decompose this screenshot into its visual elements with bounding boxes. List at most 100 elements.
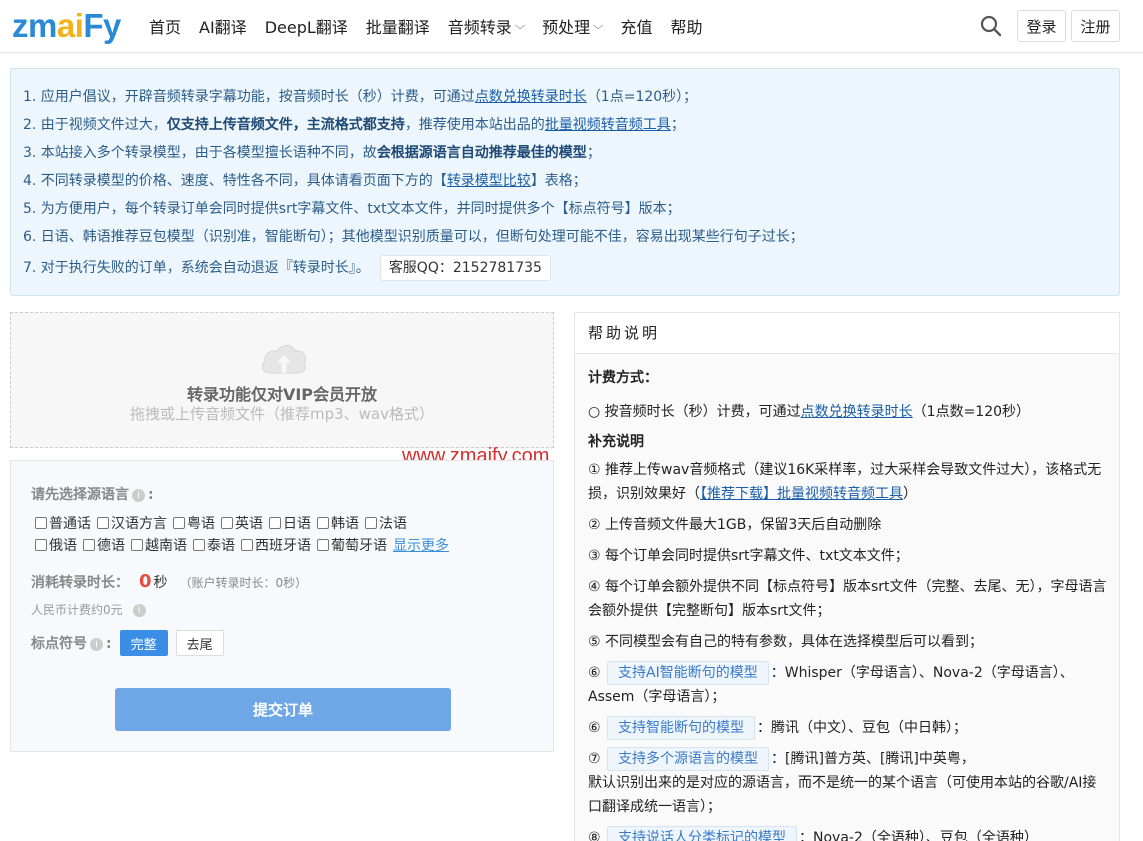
cost-row: 消耗转录时长： 0 秒 （账户转录时长：0秒） — [31, 571, 307, 592]
source-language-label: 请先选择源语言 i: — [31, 487, 154, 503]
login-button[interactable]: 登录 — [1017, 10, 1066, 42]
show-more-link[interactable]: 显示更多 — [393, 535, 449, 555]
nav-home[interactable]: 首页 — [149, 14, 181, 38]
lang-label: 汉语方言 — [111, 516, 167, 532]
checkbox[interactable] — [317, 539, 329, 551]
help-text: （1点数=120秒） — [912, 404, 1031, 420]
help-item-7: ⑦ 支持多个源语言的模型 ：[腾讯]普方英、[腾讯]中英粤， 默认识别出来的是对应… — [588, 747, 1108, 819]
help-item-6b: ⑥ 支持智能断句的模型 ：腾讯（中文）、豆包（中日韩）； — [588, 716, 1108, 740]
cost-label: 消耗转录时长： — [31, 575, 129, 591]
lang-label: 韩语 — [331, 516, 359, 532]
logo-text-part2: ai — [56, 7, 84, 44]
lang-label: 葡萄牙语 — [331, 538, 387, 554]
help-item-1: ① 推荐上传wav音频格式（建议16K采样率，过大采样会导致文件过大），该格式无… — [588, 458, 1108, 506]
checkbox[interactable] — [83, 539, 95, 551]
lang-option[interactable]: 日语 — [269, 513, 311, 533]
notice-text: 1. 应用户倡议，开辟音频转录字幕功能，按音频时长（秒）计费，可通过 — [23, 89, 475, 105]
submit-order-button[interactable]: 提交订单 — [115, 688, 451, 731]
notice-bold-text: 会根据源语言自动推荐最佳的模型 — [376, 145, 587, 161]
checkbox[interactable] — [35, 517, 47, 529]
checkbox[interactable] — [193, 539, 205, 551]
lang-option[interactable]: 法语 — [365, 513, 407, 533]
checkbox[interactable] — [35, 539, 47, 551]
checkbox[interactable] — [317, 517, 329, 529]
lang-option[interactable]: 英语 — [221, 513, 263, 533]
help-tool-download-link[interactable]: 【推荐下载】批量视频转音频工具 — [700, 486, 903, 502]
model-tag-smart-sentence[interactable]: 支持智能断句的模型 — [607, 716, 756, 740]
lang-option[interactable]: 西班牙语 — [241, 535, 311, 555]
register-button[interactable]: 注册 — [1071, 10, 1120, 42]
account-balance: （账户转录时长：0秒） — [179, 576, 308, 590]
lang-option[interactable]: 泰语 — [193, 535, 235, 555]
upload-dropzone[interactable]: 转录功能仅对VIP会员开放 拖拽或上传音频文件（推荐mp3、wav格式） — [10, 312, 554, 448]
nav-preprocess[interactable]: 预处理 ⌵ — [542, 14, 604, 38]
nav-ai-translate[interactable]: AI翻译 — [199, 14, 247, 38]
info-icon[interactable]: i — [90, 637, 103, 651]
help-text: ） — [903, 486, 917, 502]
notice-box: 1. 应用户倡议，开辟音频转录字幕功能，按音频时长（秒）计费，可通过点数兑换转录… — [10, 68, 1120, 296]
lang-option[interactable]: 普通话 — [35, 513, 91, 533]
nav-label: 音频转录 — [447, 18, 512, 37]
help-text: ：[腾讯]普方英、[腾讯]中英粤， — [771, 751, 975, 767]
notice-text: ； — [586, 145, 601, 161]
exchange-duration-link[interactable]: 点数兑换转录时长 — [475, 89, 587, 105]
lang-option[interactable]: 韩语 — [317, 513, 359, 533]
model-tag-multi-source[interactable]: 支持多个源语言的模型 — [607, 747, 770, 771]
model-tag-ai-sentence[interactable]: 支持AI智能断句的模型 — [607, 661, 769, 685]
nav-label: 批量翻译 — [365, 18, 430, 37]
nav-audio-transcribe[interactable]: 音频转录 ⌵ — [447, 14, 526, 38]
model-tag-speaker-label[interactable]: 支持说话人分类标记的模型 — [607, 826, 798, 841]
label-text: 标点符号 — [31, 636, 87, 652]
nav-help[interactable]: 帮助 — [671, 14, 703, 38]
help-item-4: ④ 每个订单会额外提供不同【标点符号】版本srt文件（完整、去尾、无），字母语言… — [588, 579, 1107, 619]
nav-deepl-translate[interactable]: DeepL翻译 — [265, 14, 348, 38]
checkbox[interactable] — [173, 517, 185, 529]
checkbox[interactable] — [365, 517, 377, 529]
notice-text: 4. 不同转录模型的价格、速度、特性各不同，具体请看页面下方的【 — [23, 173, 447, 189]
lang-option[interactable]: 越南语 — [131, 535, 187, 555]
nav-label: 预处理 — [542, 18, 591, 37]
lang-option[interactable]: 汉语方言 — [97, 513, 167, 533]
info-icon[interactable]: i — [132, 488, 145, 502]
model-comparison-link[interactable]: 转录模型比较 — [447, 173, 531, 189]
search-icon[interactable] — [979, 14, 1003, 38]
logo-text-part3: Fy — [83, 7, 121, 44]
nav-label: DeepL翻译 — [264, 18, 348, 37]
help-item-6: ⑥ 支持AI智能断句的模型 ：Whisper（字母语言）、Nova-2（字母语言）… — [588, 661, 1108, 709]
lang-label: 泰语 — [207, 538, 235, 554]
nav-label: 首页 — [149, 18, 182, 37]
punct-option-full[interactable]: 完整 — [119, 630, 168, 656]
checkbox[interactable] — [97, 517, 109, 529]
lang-option[interactable]: 粤语 — [173, 513, 215, 533]
checkbox[interactable] — [221, 517, 233, 529]
billing-text: ○ 按音频时长（秒）计费，可通过点数兑换转录时长（1点数=120秒） — [588, 400, 1108, 424]
logo-text-part1: zm — [12, 7, 57, 44]
notice-bold-text: 仅支持上传音频文件，主流格式都支持 — [166, 117, 405, 133]
billing-title: 计费方式： — [588, 370, 658, 386]
lang-label: 德语 — [97, 538, 125, 554]
help-item-8: ⑧ 支持说话人分类标记的模型 ：Nova-2（全语种）、豆包（全语种） — [588, 826, 1108, 841]
nav-recharge[interactable]: 充值 — [621, 14, 653, 38]
video-to-audio-tool-link[interactable]: 批量视频转音频工具 — [545, 117, 671, 133]
punct-option-trim[interactable]: 去尾 — [175, 630, 224, 656]
notice-line-6: 6. 日语、韩语推荐豆包模型（识别准，智能断句）；其他模型识别质量可以，但断句处… — [23, 229, 804, 245]
lang-option[interactable]: 俄语 — [35, 535, 77, 555]
info-icon[interactable]: i — [132, 604, 146, 617]
upload-title: 转录功能仅对VIP会员开放 — [186, 385, 378, 404]
lang-label: 西班牙语 — [255, 538, 311, 554]
language-options-row1: 普通话 汉语方言 粤语 英语 日语 韩语 法语 — [35, 513, 535, 533]
nav-label: AI翻译 — [199, 18, 247, 37]
checkbox[interactable] — [241, 539, 253, 551]
checkbox[interactable] — [269, 517, 281, 529]
lang-option[interactable]: 葡萄牙语 — [317, 535, 387, 555]
help-num: ⑧ — [588, 830, 601, 841]
help-exchange-link[interactable]: 点数兑换转录时长 — [801, 404, 913, 420]
checkbox[interactable] — [131, 539, 143, 551]
help-text: ：腾讯（中文）、豆包（中日韩）； — [757, 720, 968, 736]
rmb-text: 人民币计费约0元 — [31, 603, 123, 617]
notice-line-7: 7. 对于执行失败的订单，系统会自动退返『转录时长』。 客服QQ：21527817… — [23, 251, 1107, 285]
nav-batch-translate[interactable]: 批量翻译 — [366, 14, 430, 38]
lang-option[interactable]: 德语 — [83, 535, 125, 555]
site-logo[interactable]: zmaiFy — [12, 8, 121, 44]
help-num: ⑦ — [588, 751, 601, 767]
